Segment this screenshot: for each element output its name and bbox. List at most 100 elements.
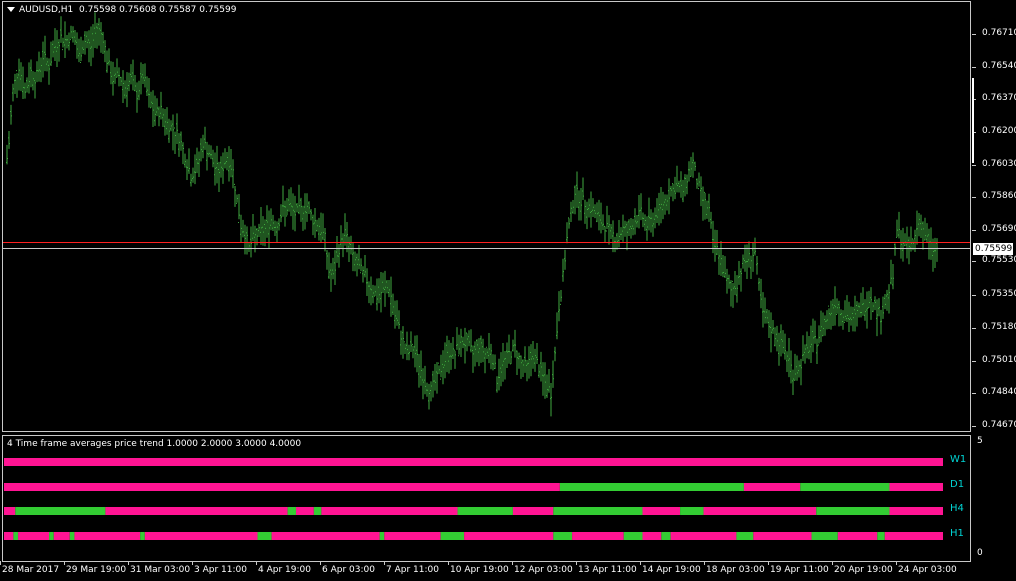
price-bar xyxy=(238,194,240,223)
price-axis-label: 0.75350 xyxy=(971,289,1016,299)
price-bar xyxy=(104,40,106,63)
price-bar xyxy=(16,70,18,98)
price-bar xyxy=(786,351,788,372)
price-bar xyxy=(702,186,704,221)
price-bar xyxy=(454,349,456,369)
price-bar xyxy=(672,183,674,202)
price-bar xyxy=(922,221,924,250)
price-bar xyxy=(34,71,36,99)
price-axis-label: 0.75530 xyxy=(971,255,1016,265)
price-bar xyxy=(288,189,290,212)
price-bar xyxy=(658,192,660,226)
trend-band-h1-segment xyxy=(811,532,838,540)
price-bar xyxy=(926,223,928,243)
trend-band-h4-segment xyxy=(4,507,16,515)
price-bar xyxy=(356,253,358,277)
price-bar xyxy=(434,363,436,391)
price-bar xyxy=(442,350,444,385)
price-bar xyxy=(684,174,686,197)
indicator-pane[interactable]: 4 Time frame averages price trend 1.0000… xyxy=(2,435,971,562)
price-bar xyxy=(788,337,790,378)
trend-band-h4-segment xyxy=(642,507,681,515)
price-bar xyxy=(840,309,842,326)
time-axis-label: 14 Apr 19:00 xyxy=(640,561,701,575)
chart-menu-triangle-icon[interactable] xyxy=(7,7,15,12)
price-bar xyxy=(248,241,250,253)
price-bar xyxy=(314,208,316,238)
price-bar xyxy=(436,362,438,394)
price-bar xyxy=(426,382,428,397)
trend-band-h1-segment xyxy=(884,532,943,540)
price-bar xyxy=(570,201,572,222)
price-bar xyxy=(344,213,346,246)
band-label-h1: H1 xyxy=(950,528,964,539)
trend-band-h4-segment xyxy=(457,507,513,515)
price-bar xyxy=(266,205,268,238)
price-bar xyxy=(814,320,816,344)
price-chart-svg[interactable] xyxy=(3,2,970,431)
price-bar xyxy=(94,12,96,49)
price-bar xyxy=(298,184,300,215)
price-bar xyxy=(732,280,734,308)
price-bar xyxy=(200,138,202,162)
price-bar xyxy=(898,211,900,239)
price-bar xyxy=(350,235,352,255)
price-bar xyxy=(862,287,864,316)
price-bar xyxy=(416,335,418,373)
price-bar xyxy=(718,249,720,275)
price-bar xyxy=(218,161,220,192)
price-bar xyxy=(884,293,886,310)
price-bar xyxy=(576,171,578,208)
price-bar xyxy=(424,365,426,395)
price-bar xyxy=(438,362,440,375)
price-bar xyxy=(544,362,546,399)
trend-band-h4-segment xyxy=(889,507,943,515)
band-label-d1: D1 xyxy=(950,479,965,490)
price-bar xyxy=(326,250,328,270)
price-bar xyxy=(686,174,688,195)
price-bar xyxy=(542,362,544,396)
chart-title[interactable]: AUDUSD,H1 0.75598 0.75608 0.75587 0.7559… xyxy=(7,5,236,15)
price-bar xyxy=(532,341,534,369)
price-chart-pane[interactable]: AUDUSD,H1 0.75598 0.75608 0.75587 0.7559… xyxy=(2,1,971,432)
price-bar xyxy=(714,229,716,262)
price-bar xyxy=(880,309,882,335)
price-bar xyxy=(876,299,878,337)
trend-band-h1-segment xyxy=(144,532,258,540)
price-bar xyxy=(230,149,232,178)
price-bar xyxy=(212,149,214,168)
price-bar xyxy=(734,270,736,296)
price-bar xyxy=(452,336,454,359)
price-bar xyxy=(750,255,752,280)
price-bar xyxy=(798,360,800,378)
price-bar xyxy=(850,306,852,326)
chart-symbol-timeframe: AUDUSD,H1 xyxy=(19,5,74,15)
price-bar xyxy=(6,144,8,165)
price-bar xyxy=(130,64,132,85)
price-bar xyxy=(490,343,492,370)
price-bar xyxy=(412,343,414,359)
price-bar xyxy=(654,207,656,229)
price-bar xyxy=(138,80,140,101)
price-bar xyxy=(262,216,264,246)
price-bar xyxy=(182,142,184,165)
price-bar xyxy=(204,126,206,150)
price-bar xyxy=(300,197,302,222)
price-bar xyxy=(100,22,102,53)
trend-band-h1-segment xyxy=(18,532,50,540)
price-bar xyxy=(524,346,526,373)
price-bar xyxy=(308,201,310,214)
price-bar xyxy=(764,297,766,324)
price-bar xyxy=(324,227,326,252)
price-bar xyxy=(866,291,868,329)
price-bar xyxy=(188,148,190,174)
price-bar xyxy=(414,335,416,368)
price-bar xyxy=(236,194,238,204)
price-bar xyxy=(66,34,68,49)
time-axis-label: 20 Apr 19:00 xyxy=(832,561,893,575)
price-bar xyxy=(644,214,646,231)
price-bar xyxy=(268,210,270,249)
price-bar xyxy=(892,263,894,290)
price-bar xyxy=(552,360,554,388)
price-bar xyxy=(546,374,548,398)
